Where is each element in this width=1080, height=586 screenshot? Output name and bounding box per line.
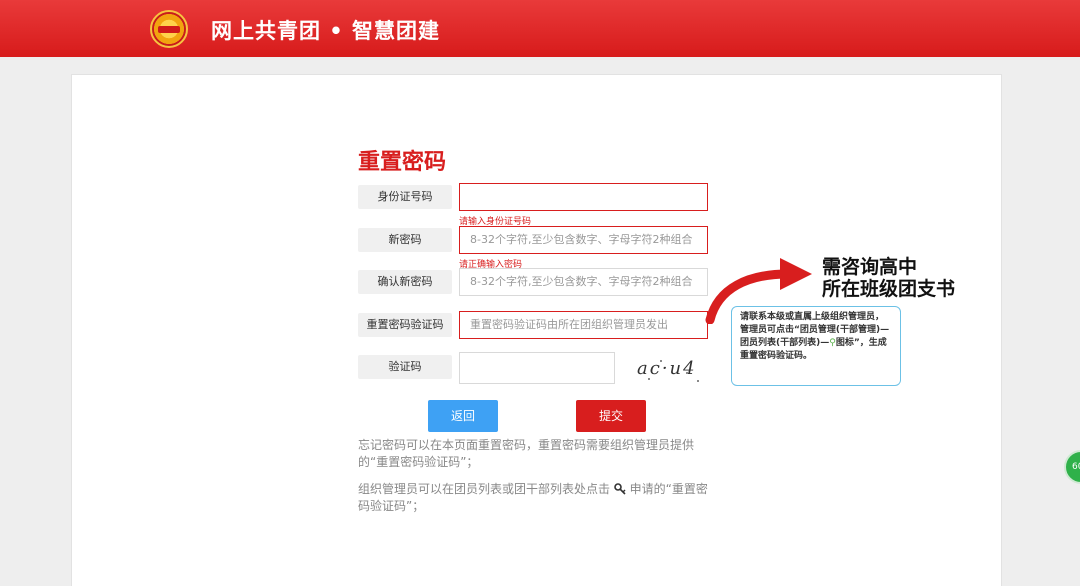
- confirm-password-label: 确认新密码: [358, 270, 452, 294]
- help-note-1: 忘记密码可以在本页面重置密码，重置密码需要组织管理员提供的“重置密码验证码”；: [358, 438, 695, 469]
- floating-badge[interactable]: 60: [1064, 450, 1080, 484]
- reset-code-label: 重置密码验证码: [358, 313, 452, 337]
- back-button[interactable]: 返回: [428, 400, 498, 432]
- handwritten-note-line1: 需咨询高中: [822, 256, 918, 278]
- page-title: 重置密码: [358, 150, 447, 175]
- youth-league-emblem-icon: [150, 10, 188, 48]
- site-title: 网上共青团 • 智慧团建: [211, 19, 441, 43]
- id-number-label: 身份证号码: [358, 185, 452, 209]
- captcha-label: 验证码: [358, 355, 452, 379]
- captcha-input[interactable]: [459, 352, 615, 384]
- handwritten-note-line2: 所在班级团支书: [822, 278, 956, 300]
- reset-code-input[interactable]: 重置密码验证码由所在团组织管理员发出: [459, 311, 708, 339]
- handwritten-note: 需咨询高中 所在班级团支书: [822, 256, 955, 300]
- new-password-label: 新密码: [358, 228, 452, 252]
- id-number-input[interactable]: [459, 183, 708, 211]
- confirm-password-input[interactable]: 8-32个字符,至少包含数字、字母字符2种组合: [459, 268, 708, 296]
- header-bar: 网上共青团 • 智慧团建: [0, 0, 1080, 57]
- help-note-2-before: 组织管理员可以在团员列表或团干部列表处点击: [358, 482, 611, 496]
- submit-button[interactable]: 提交: [576, 400, 646, 432]
- help-tooltip: 请联系本级或直属上级组织管理员，管理员可点击“团员管理(干部管理)—团员列表(干…: [731, 306, 901, 386]
- key-icon: ⚲: [829, 338, 836, 348]
- new-password-input[interactable]: 8-32个字符,至少包含数字、字母字符2种组合: [459, 226, 708, 254]
- key-icon: [614, 483, 626, 495]
- help-note-2: 组织管理员可以在团员列表或团干部列表处点击 申请的“重置密码验证码”；: [358, 481, 710, 515]
